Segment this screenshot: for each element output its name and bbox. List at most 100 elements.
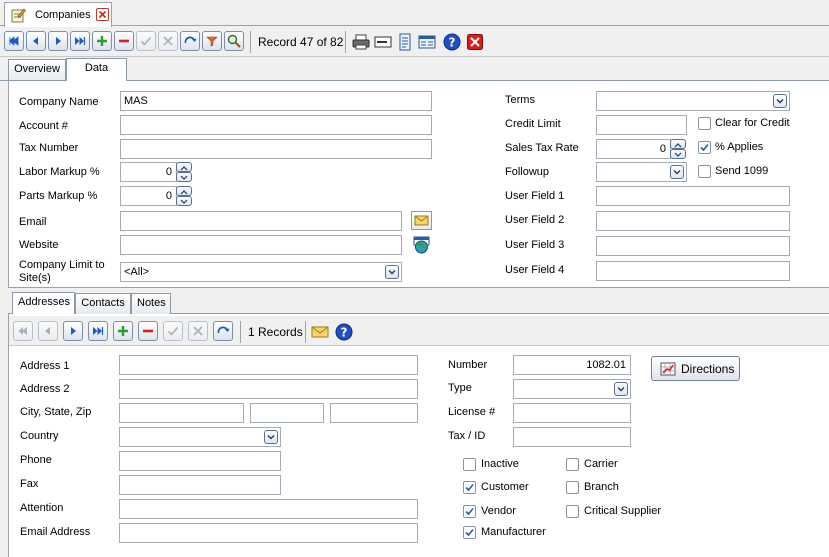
company-limit-label-line1: Company Limit to (19, 259, 105, 271)
spin-down-icon[interactable] (670, 149, 686, 159)
help-icon[interactable]: ? (442, 32, 462, 52)
delete-record-button[interactable] (114, 31, 134, 51)
chevron-down-icon[interactable] (670, 165, 684, 179)
number-input[interactable]: 1082.01 (513, 355, 631, 375)
send-1099-checkbox[interactable] (698, 165, 711, 178)
parts-markup-label: Parts Markup % (19, 190, 98, 202)
close-tab-icon[interactable] (96, 8, 109, 21)
critical-supplier-checkbox[interactable] (566, 505, 579, 518)
address-refresh-button[interactable] (213, 321, 233, 341)
address1-input[interactable] (119, 355, 418, 375)
tab-notes[interactable]: Notes (131, 293, 171, 314)
branch-label: Branch (584, 481, 619, 493)
labor-markup-input[interactable]: 0 (120, 162, 177, 182)
open-website-icon[interactable] (411, 235, 432, 255)
pct-applies-checkbox[interactable] (698, 141, 711, 154)
chevron-down-icon[interactable] (614, 382, 628, 396)
address-first-button[interactable] (13, 321, 33, 341)
branch-checkbox[interactable] (566, 481, 579, 494)
credit-limit-input[interactable] (596, 115, 687, 135)
phone-input[interactable] (119, 451, 281, 471)
customer-checkbox[interactable] (463, 481, 476, 494)
search-button[interactable] (224, 31, 244, 51)
address-delete-button[interactable] (138, 321, 158, 341)
address-cancel-button[interactable] (188, 321, 208, 341)
license-input[interactable] (513, 403, 631, 423)
tax-number-input[interactable] (120, 139, 432, 159)
document-tab-companies[interactable]: Companies (4, 2, 112, 27)
spin-up-icon[interactable] (670, 139, 686, 149)
previous-record-button[interactable] (26, 31, 46, 51)
chevron-down-icon[interactable] (385, 265, 399, 279)
address-envelope-icon[interactable] (310, 322, 330, 342)
city-input[interactable] (119, 403, 244, 423)
directions-button[interactable]: Directions (651, 356, 740, 381)
post-record-button[interactable] (136, 31, 156, 51)
spin-up-icon[interactable] (176, 186, 192, 196)
next-record-button[interactable] (48, 31, 68, 51)
cancel-edit-button[interactable] (158, 31, 178, 51)
tab-contacts[interactable]: Contacts (75, 293, 131, 314)
carrier-label: Carrier (584, 458, 618, 470)
email-input[interactable] (120, 211, 402, 231)
company-name-input[interactable]: MAS (120, 91, 432, 111)
spin-down-icon[interactable] (176, 196, 192, 206)
address-post-button[interactable] (163, 321, 183, 341)
address-last-button[interactable] (88, 321, 108, 341)
carrier-checkbox[interactable] (566, 458, 579, 471)
email-label: Email (19, 216, 47, 228)
fax-input[interactable] (119, 475, 281, 495)
add-record-button[interactable] (92, 31, 112, 51)
last-record-button[interactable] (70, 31, 90, 51)
form-view-icon[interactable] (417, 32, 437, 52)
attention-input[interactable] (119, 499, 418, 519)
envelope-icon[interactable] (373, 32, 393, 52)
send-email-icon[interactable] (411, 211, 432, 230)
manufacturer-checkbox[interactable] (463, 526, 476, 539)
tab-overview[interactable]: Overview (8, 59, 66, 80)
inactive-checkbox[interactable] (463, 458, 476, 471)
user-field-4-input[interactable] (596, 261, 790, 281)
clear-for-credit-checkbox[interactable] (698, 117, 711, 130)
address-next-button[interactable] (63, 321, 83, 341)
sales-tax-rate-spinner[interactable] (670, 139, 686, 159)
sales-tax-rate-input[interactable]: 0 (596, 139, 671, 159)
spin-up-icon[interactable] (176, 162, 192, 172)
tab-addresses[interactable]: Addresses (12, 292, 75, 315)
state-input[interactable] (250, 403, 324, 423)
vendor-checkbox[interactable] (463, 505, 476, 518)
tax-id-input[interactable] (513, 427, 631, 447)
chevron-down-icon[interactable] (264, 430, 278, 444)
refresh-button[interactable] (180, 31, 200, 51)
followup-select[interactable] (596, 162, 687, 182)
terms-select[interactable] (596, 91, 790, 111)
close-form-icon[interactable] (465, 32, 485, 52)
country-select[interactable] (119, 427, 281, 447)
user-field-3-input[interactable] (596, 236, 790, 256)
address-previous-button[interactable] (38, 321, 58, 341)
print-icon[interactable] (351, 32, 371, 52)
website-input[interactable] (120, 235, 402, 255)
email-address-input[interactable] (119, 523, 418, 543)
report-icon[interactable] (395, 32, 415, 52)
address2-input[interactable] (119, 379, 418, 399)
address-help-icon[interactable]: ? (334, 322, 354, 342)
spin-down-icon[interactable] (176, 172, 192, 182)
zip-input[interactable] (330, 403, 418, 423)
filter-button[interactable] (202, 31, 222, 51)
first-record-button[interactable] (4, 31, 24, 51)
account-number-input[interactable] (120, 115, 432, 135)
chevron-down-icon[interactable] (773, 94, 787, 108)
tab-data-view[interactable]: Data View (66, 58, 127, 93)
parts-markup-spinner[interactable] (176, 186, 192, 206)
company-limit-select[interactable]: <All> (120, 262, 402, 282)
type-select[interactable] (513, 379, 631, 399)
labor-markup-spinner[interactable] (176, 162, 192, 182)
user-field-2-input[interactable] (596, 211, 790, 231)
parts-markup-input[interactable]: 0 (120, 186, 177, 206)
user-field-1-input[interactable] (596, 186, 790, 206)
address-add-button[interactable] (113, 321, 133, 341)
phone-label: Phone (20, 454, 52, 466)
document-tab-label: Companies (35, 9, 91, 21)
tab-notes-label: Notes (137, 297, 166, 309)
